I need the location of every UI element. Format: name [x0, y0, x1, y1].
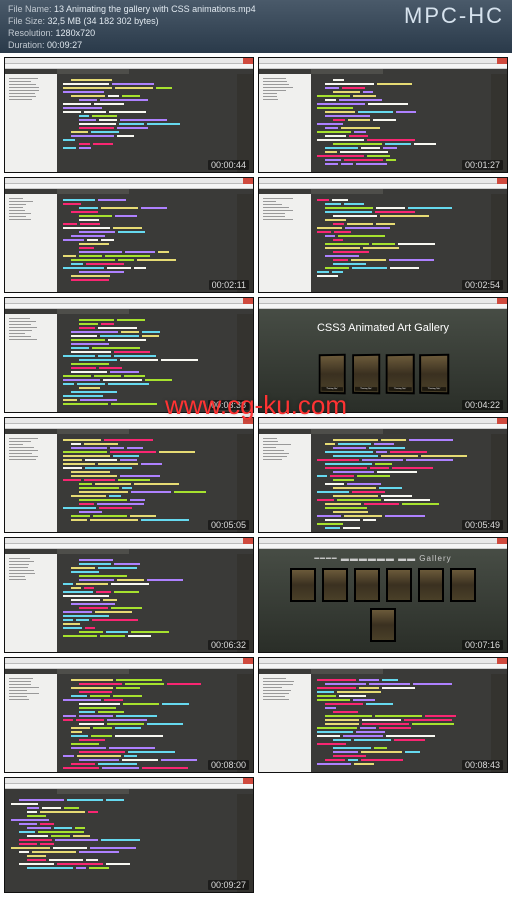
file-sidebar — [5, 554, 57, 652]
app-brand: MPC-HC — [404, 3, 504, 29]
painting-frame: "Painting Title" — [386, 353, 415, 394]
thumbnail-cell[interactable]: 00:09:27 — [4, 777, 254, 893]
duration-label: Duration: — [8, 40, 45, 50]
resolution-label: Resolution: — [8, 28, 53, 38]
timestamp: 00:06:32 — [208, 640, 249, 650]
file-sidebar — [5, 674, 57, 772]
timestamp: 00:09:27 — [208, 880, 249, 890]
gallery-title: CSS3 Animated Art Gallery — [259, 322, 507, 334]
minimap — [237, 434, 253, 532]
code-editor — [57, 674, 237, 772]
painting-frame: "Painting Title" — [419, 353, 449, 394]
painting-label: "Painting Title" — [422, 386, 446, 390]
minimap — [491, 434, 507, 532]
minimap — [491, 74, 507, 172]
code-editor — [311, 194, 491, 292]
minimap — [491, 674, 507, 772]
thumbnail-cell[interactable]: 00:05:49 — [258, 417, 508, 533]
gallery-grid — [283, 568, 483, 642]
code-editor — [5, 794, 237, 892]
code-editor — [57, 554, 237, 652]
browser-bar — [259, 304, 507, 309]
code-editor — [57, 194, 237, 292]
thumbnail-grid: 00:00:44 00:01:27 00:02:11 00:02:54 00:03:38… — [0, 53, 512, 897]
file-sidebar — [5, 434, 57, 532]
thumbnail-cell[interactable]: 00:01:27 — [258, 57, 508, 173]
thumbnail-cell[interactable]: 00:02:11 — [4, 177, 254, 293]
painting-frame — [370, 608, 396, 642]
thumbnail-cell[interactable]: 00:00:44 — [4, 57, 254, 173]
file-name-label: File Name: — [8, 4, 52, 14]
minimap — [237, 674, 253, 772]
timestamp: 00:01:27 — [462, 160, 503, 170]
painting-label: "Painting Title" — [389, 386, 412, 390]
timestamp: 00:07:16 — [462, 640, 503, 650]
timestamp: 00:05:05 — [208, 520, 249, 530]
painting-frame — [290, 568, 316, 602]
thumbnail-cell[interactable]: 00:08:43 — [258, 657, 508, 773]
timestamp: 00:02:54 — [462, 280, 503, 290]
header-bar: File Name: 13 Animating the gallery with… — [0, 0, 512, 53]
thumbnail-cell[interactable]: 00:06:32 — [4, 537, 254, 653]
thumbnail-cell[interactable]: 00:03:38 — [4, 297, 254, 413]
thumbnail-cell[interactable]: CSS3 Animated Art Gallery "Painting Title… — [258, 297, 508, 413]
painting-frame: "Painting Title" — [352, 353, 380, 394]
code-editor — [57, 314, 237, 412]
file-sidebar — [259, 674, 311, 772]
painting-frame — [418, 568, 444, 602]
file-sidebar — [259, 74, 311, 172]
timestamp: 00:03:38 — [208, 400, 249, 410]
timestamp: 00:00:44 — [208, 160, 249, 170]
file-sidebar — [259, 194, 311, 292]
minimap — [237, 314, 253, 412]
file-sidebar — [5, 194, 57, 292]
gallery-row: "Painting Title" "Painting Title" "Paintin… — [259, 354, 507, 394]
code-editor — [57, 434, 237, 532]
timestamp: 00:04:22 — [462, 400, 503, 410]
painting-label: "Painting Title" — [321, 386, 343, 390]
thumbnail-cell[interactable]: 00:08:00 — [4, 657, 254, 773]
duration-value: 00:09:27 — [47, 40, 82, 50]
painting-label: "Painting Title" — [355, 386, 377, 390]
gallery-title-partial: ━━━━ ▬▬▬▬▬▬ ▬▬ Gallery — [259, 554, 507, 563]
file-sidebar — [5, 314, 57, 412]
minimap — [237, 194, 253, 292]
file-metadata: File Name: 13 Animating the gallery with… — [8, 3, 256, 52]
painting-frame — [450, 568, 476, 602]
minimap — [237, 74, 253, 172]
painting-frame — [322, 568, 348, 602]
minimap — [491, 194, 507, 292]
painting-frame — [386, 568, 412, 602]
browser-bar — [259, 544, 507, 549]
minimap — [237, 554, 253, 652]
code-editor — [57, 74, 237, 172]
painting-frame: "Painting Title" — [319, 353, 346, 394]
timestamp: 00:02:11 — [209, 280, 249, 290]
thumbnail-cell[interactable]: 00:02:54 — [258, 177, 508, 293]
thumbnail-cell[interactable]: ━━━━ ▬▬▬▬▬▬ ▬▬ Gallery 00:07:16 — [258, 537, 508, 653]
minimap — [237, 794, 253, 892]
file-size-value: 32,5 MB (34 182 302 bytes) — [48, 16, 159, 26]
code-editor — [311, 434, 491, 532]
timestamp: 00:05:49 — [462, 520, 503, 530]
painting-frame — [354, 568, 380, 602]
file-sidebar — [5, 74, 57, 172]
file-sidebar — [259, 434, 311, 532]
resolution-value: 1280x720 — [56, 28, 96, 38]
timestamp: 00:08:43 — [462, 760, 503, 770]
thumbnail-cell[interactable]: 00:05:05 — [4, 417, 254, 533]
code-editor — [311, 74, 491, 172]
file-name-value: 13 Animating the gallery with CSS animat… — [54, 4, 256, 14]
code-editor — [311, 674, 491, 772]
file-size-label: File Size: — [8, 16, 45, 26]
timestamp: 00:08:00 — [208, 760, 249, 770]
